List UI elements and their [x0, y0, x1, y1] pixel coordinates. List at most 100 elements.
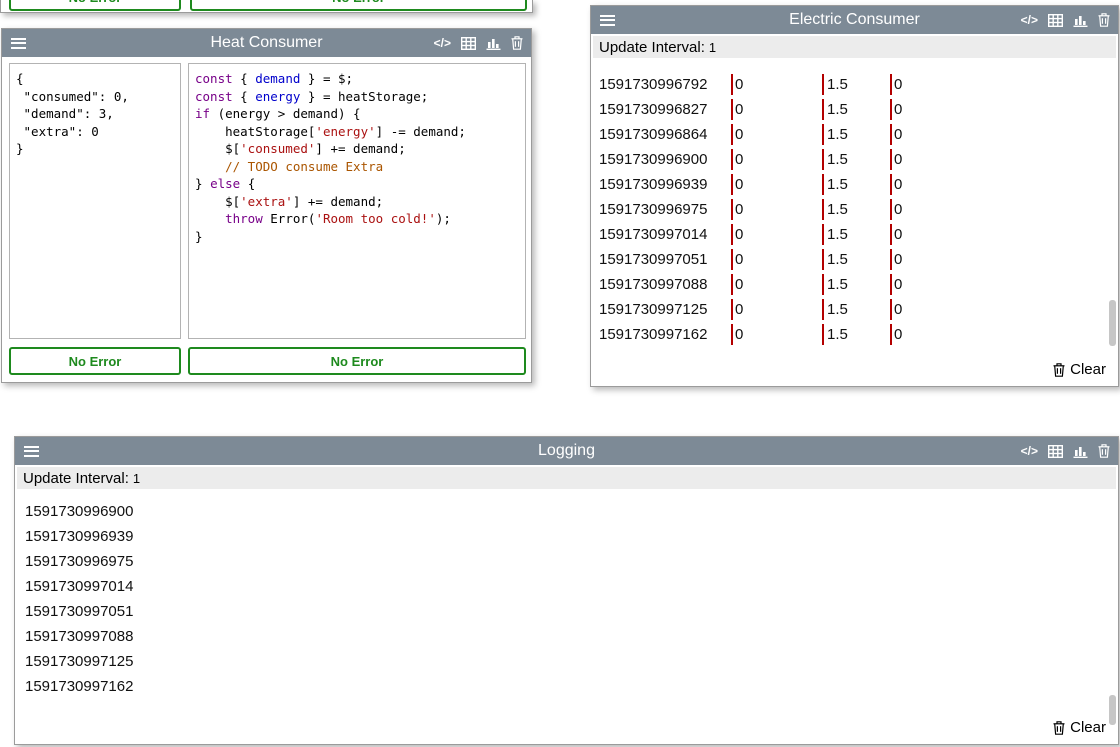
table-cell: 0 — [731, 224, 822, 245]
table-cell: 0 — [731, 249, 822, 270]
table-cell: 1.5 — [822, 149, 890, 170]
table-row: 159173099701401.50 — [592, 222, 1106, 247]
table-cell: 0 — [731, 74, 822, 95]
trash-icon — [1053, 363, 1065, 377]
heat-code-editor[interactable]: const { demand } = $;const { energy } = … — [188, 63, 526, 339]
table-cell: 0 — [890, 274, 1106, 295]
log-row: 1591730997125 — [15, 649, 1106, 674]
table-cell: 0 — [890, 74, 1106, 95]
table-cell: 1591730997125 — [592, 299, 731, 320]
table-icon[interactable] — [461, 37, 476, 50]
heat-consumer-header: Heat Consumer </> — [2, 29, 531, 57]
update-interval-label: Update Interval: — [23, 470, 129, 487]
header-icons: </> — [1021, 444, 1110, 458]
table-row: 159173099679201.50 — [592, 72, 1106, 97]
table-cell: 1.5 — [822, 174, 890, 195]
heat-state-editor[interactable]: { "consumed": 0, "demand": 3, "extra": 0… — [9, 63, 181, 339]
clear-label: Clear — [1070, 719, 1106, 736]
table-cell: 0 — [890, 124, 1106, 145]
log-row: 1591730997051 — [15, 599, 1106, 624]
log-row: 1591730996939 — [15, 524, 1106, 549]
chart-icon[interactable] — [486, 37, 501, 50]
log-row: 1591730996975 — [15, 549, 1106, 574]
table-cell: 0 — [890, 224, 1106, 245]
scrollbar-thumb[interactable] — [1109, 695, 1116, 725]
table-cell: 1591730996827 — [592, 99, 731, 120]
table-cell: 1.5 — [822, 324, 890, 345]
code-status-button[interactable]: No Error — [190, 0, 527, 11]
update-interval-input[interactable]: 1 — [133, 471, 140, 486]
trash-icon — [1053, 721, 1065, 735]
trash-icon[interactable] — [511, 36, 523, 50]
clear-button[interactable]: Clear — [1053, 719, 1106, 736]
trash-icon[interactable] — [1098, 13, 1110, 27]
log-row: 1591730996900 — [15, 499, 1106, 524]
table-cell: 0 — [731, 199, 822, 220]
table-cell: 0 — [731, 274, 822, 295]
electric-table: 159173099679201.50159173099682701.501591… — [592, 72, 1106, 347]
table-cell: 0 — [890, 99, 1106, 120]
logging-list: 1591730996900159173099693915917309969751… — [15, 499, 1106, 699]
log-row: 1591730997162 — [15, 674, 1106, 699]
electric-consumer-header: Electric Consumer </> — [591, 6, 1118, 34]
table-cell: 1591730996975 — [592, 199, 731, 220]
code-status-button[interactable]: No Error — [188, 347, 526, 375]
table-cell: 0 — [731, 149, 822, 170]
trash-icon[interactable] — [1098, 444, 1110, 458]
table-cell: 0 — [890, 174, 1106, 195]
table-cell: 1591730996792 — [592, 74, 731, 95]
cutoff-widget: No Error No Error — [0, 0, 533, 13]
electric-consumer-widget: Electric Consumer </> Update Interval: 1… — [590, 5, 1119, 387]
table-row: 159173099690001.50 — [592, 147, 1106, 172]
table-cell: 0 — [731, 299, 822, 320]
menu-icon[interactable] — [600, 15, 615, 26]
update-interval-row: Update Interval: 1 — [593, 36, 1116, 58]
table-cell: 1591730996900 — [592, 149, 731, 170]
table-cell: 0 — [731, 324, 822, 345]
code-icon[interactable]: </> — [434, 37, 451, 49]
widget-title: Logging — [15, 442, 1118, 460]
table-row: 159173099708801.50 — [592, 272, 1106, 297]
table-cell: 0 — [731, 174, 822, 195]
code-icon[interactable]: </> — [1021, 445, 1038, 457]
table-cell: 1.5 — [822, 199, 890, 220]
chart-icon[interactable] — [1073, 14, 1088, 27]
log-row: 1591730997088 — [15, 624, 1106, 649]
menu-icon[interactable] — [11, 38, 26, 49]
state-status-button[interactable]: No Error — [9, 0, 181, 11]
table-cell: 1.5 — [822, 299, 890, 320]
header-icons: </> — [434, 36, 523, 50]
chart-icon[interactable] — [1073, 445, 1088, 458]
table-row: 159173099705101.50 — [592, 247, 1106, 272]
log-row: 1591730997014 — [15, 574, 1106, 599]
table-cell: 0 — [731, 99, 822, 120]
clear-button[interactable]: Clear — [1053, 361, 1106, 378]
table-row: 159173099697501.50 — [592, 197, 1106, 222]
table-cell: 1.5 — [822, 249, 890, 270]
table-cell: 1591730996864 — [592, 124, 731, 145]
table-cell: 0 — [890, 149, 1106, 170]
table-cell: 1.5 — [822, 124, 890, 145]
table-row: 159173099716201.50 — [592, 322, 1106, 347]
table-row: 159173099682701.50 — [592, 97, 1106, 122]
update-interval-label: Update Interval: — [599, 39, 705, 56]
table-icon[interactable] — [1048, 14, 1063, 27]
scrollbar-thumb[interactable] — [1109, 300, 1116, 346]
table-icon[interactable] — [1048, 445, 1063, 458]
table-cell: 1591730996939 — [592, 174, 731, 195]
update-interval-input[interactable]: 1 — [709, 40, 716, 55]
table-cell: 1.5 — [822, 74, 890, 95]
table-cell: 1.5 — [822, 99, 890, 120]
table-cell: 1591730997014 — [592, 224, 731, 245]
menu-icon[interactable] — [24, 446, 39, 457]
table-cell: 1591730997088 — [592, 274, 731, 295]
table-cell: 1591730997051 — [592, 249, 731, 270]
table-row: 159173099693901.50 — [592, 172, 1106, 197]
code-icon[interactable]: </> — [1021, 14, 1038, 26]
table-cell: 0 — [890, 249, 1106, 270]
state-status-button[interactable]: No Error — [9, 347, 181, 375]
table-cell: 0 — [890, 199, 1106, 220]
table-row: 159173099712501.50 — [592, 297, 1106, 322]
table-cell: 0 — [890, 324, 1106, 345]
header-icons: </> — [1021, 13, 1110, 27]
